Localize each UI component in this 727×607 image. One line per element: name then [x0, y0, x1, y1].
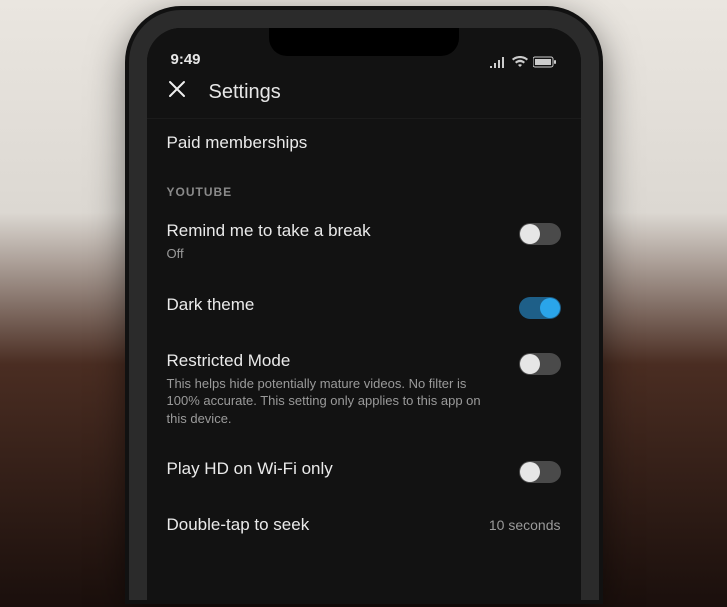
row-remind-break[interactable]: Remind me to take a break Off	[147, 205, 581, 279]
toggle-restricted-mode[interactable]	[519, 353, 561, 375]
close-button[interactable]	[163, 78, 191, 106]
header: Settings	[147, 70, 581, 118]
row-paid-memberships[interactable]: Paid memberships	[147, 118, 581, 167]
phone-notch	[269, 26, 459, 56]
row-hd-wifi[interactable]: Play HD on Wi-Fi only	[147, 443, 581, 499]
status-time: 9:49	[171, 51, 261, 68]
toggle-hd-wifi[interactable]	[519, 461, 561, 483]
row-value: 10 seconds	[489, 517, 561, 533]
row-double-tap-seek[interactable]: Double-tap to seek 10 seconds	[147, 499, 581, 551]
phone-frame: 9:49 Settings P	[129, 10, 599, 600]
cellular-icon	[489, 56, 507, 68]
row-dark-theme[interactable]: Dark theme	[147, 279, 581, 335]
row-label: Paid memberships	[167, 133, 561, 153]
row-label: Play HD on Wi-Fi only	[167, 459, 505, 479]
close-icon	[168, 80, 186, 104]
row-label: Remind me to take a break	[167, 221, 505, 241]
status-icons	[489, 56, 557, 68]
section-header-youtube: YOUTUBE	[147, 167, 581, 205]
row-description: This helps hide potentially mature video…	[167, 375, 487, 428]
wifi-icon	[512, 56, 528, 68]
screen: 9:49 Settings P	[147, 28, 581, 600]
row-value: Off	[167, 245, 487, 263]
row-restricted-mode[interactable]: Restricted Mode This helps hide potentia…	[147, 335, 581, 444]
row-label: Dark theme	[167, 295, 505, 315]
battery-icon	[533, 56, 557, 68]
toggle-remind-break[interactable]	[519, 223, 561, 245]
page-title: Settings	[209, 81, 281, 104]
row-label: Double-tap to seek	[167, 515, 310, 535]
row-label: Restricted Mode	[167, 351, 505, 371]
toggle-dark-theme[interactable]	[519, 297, 561, 319]
